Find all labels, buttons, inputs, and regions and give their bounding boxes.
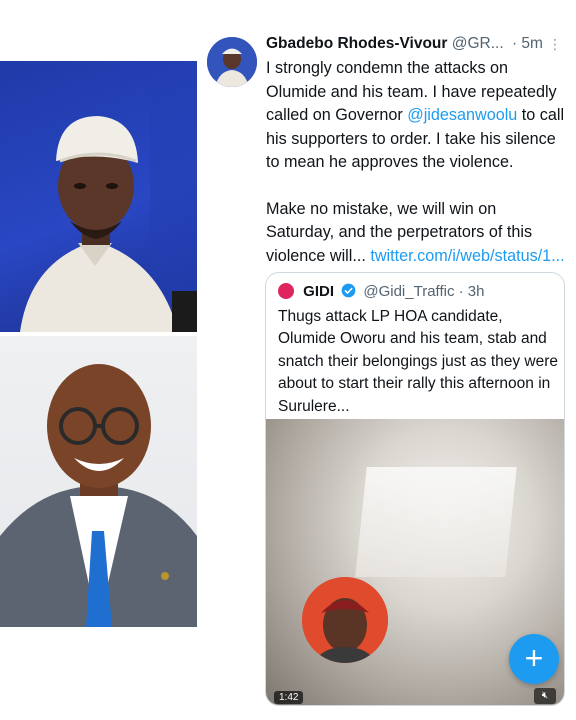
photo-smiling-man-glasses (0, 336, 197, 627)
tweet-paragraph-1: I strongly condemn the attacks on Olumid… (266, 57, 566, 175)
author-handle[interactable]: @GR... (452, 35, 504, 52)
tweet-text: I strongly condemn the attacks on Olumid… (266, 57, 566, 268)
video-duration: 1:42 (274, 691, 304, 704)
video-frame-window (355, 467, 517, 577)
compose-button[interactable]: + (509, 634, 559, 684)
tweet-time[interactable]: · 5m (512, 35, 543, 52)
mention-link[interactable]: @jidesanwoolu (407, 106, 517, 124)
speaker-mute-icon[interactable]: 🔇︎ (534, 688, 556, 704)
more-dots-icon[interactable]: ⋮ (548, 36, 562, 53)
author-avatar[interactable] (207, 37, 257, 87)
quoted-tweet-text: Thugs attack LP HOA candidate, Olumide O… (278, 308, 559, 415)
photo-man-in-cap (0, 61, 197, 332)
video-inset-face (302, 577, 388, 663)
tweet-header: Gbadebo Rhodes-Vivour @GR... · 5m ⋮ (266, 35, 566, 57)
quoted-handle[interactable]: @Gidi_Traffic (363, 283, 454, 300)
inset-face-image (302, 577, 388, 663)
portrait-illustration-top (20, 61, 197, 332)
portrait-illustration-bottom (0, 364, 197, 627)
verified-badge-icon (341, 283, 356, 298)
author-name[interactable]: Gbadebo Rhodes-Vivour (266, 35, 447, 52)
quoted-author-name[interactable]: GIDI (303, 283, 334, 300)
status-link[interactable]: twitter.com/i/web/status/1... (370, 247, 564, 265)
compose-plus-icon: + (524, 640, 544, 676)
avatar-image (207, 37, 257, 87)
quoted-time[interactable]: · 3h (459, 283, 485, 300)
tweet-paragraph-2: Make no mistake, we will win on Saturday… (266, 198, 566, 269)
quoted-tweet-header: GIDI @Gidi_Traffic · 3h (278, 283, 484, 303)
quoted-avatar[interactable] (278, 283, 294, 299)
